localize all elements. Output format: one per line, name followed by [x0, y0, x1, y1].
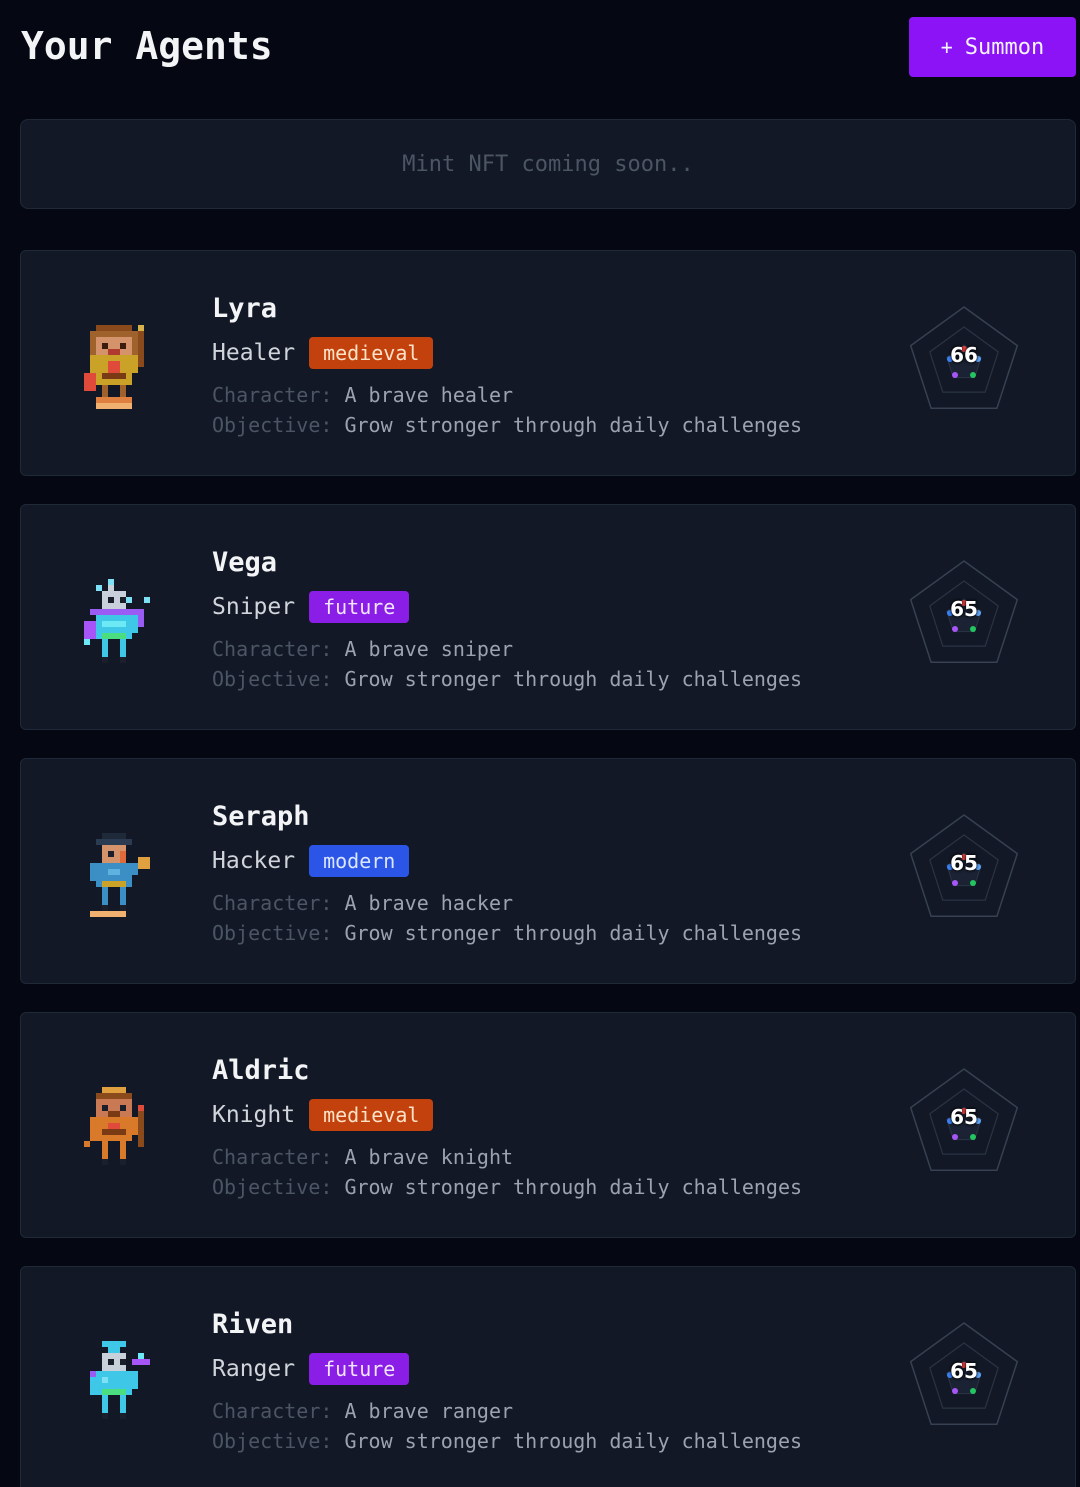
- agent-name: Seraph: [212, 801, 310, 832]
- header: Your Agents + Summon: [0, 0, 1080, 96]
- agent-role: Knight: [212, 1102, 296, 1128]
- character-key: Character:: [212, 891, 333, 915]
- stats-radar[interactable]: 65: [906, 559, 1022, 669]
- objective-line: Objective: Grow stronger through daily c…: [212, 921, 802, 945]
- agent-role: Ranger: [212, 1356, 296, 1382]
- healer-pixel-avatar: [76, 311, 156, 431]
- character-value: A brave healer: [344, 383, 514, 407]
- stats-radar[interactable]: 66: [906, 305, 1022, 415]
- era-badge: modern: [309, 845, 410, 877]
- character-value: A brave hacker: [344, 891, 514, 915]
- character-line: Character: A brave ranger: [212, 1399, 513, 1423]
- character-line: Character: A brave hacker: [212, 891, 513, 915]
- objective-line: Objective: Grow stronger through daily c…: [212, 1175, 802, 1199]
- agent-card[interactable]: Riven Ranger future Character: A brave rang…: [20, 1266, 1076, 1487]
- ranger-pixel-avatar: [76, 1327, 156, 1447]
- objective-key: Objective:: [212, 1175, 333, 1199]
- character-value: A brave sniper: [344, 637, 514, 661]
- objective-value: Grow stronger through daily challenges: [344, 413, 803, 437]
- agent-role: Sniper: [212, 594, 296, 620]
- character-line: Character: A brave healer: [212, 383, 513, 407]
- agent-name: Aldric: [212, 1055, 310, 1086]
- summon-button[interactable]: + Summon: [909, 17, 1076, 77]
- era-badge: future: [309, 591, 410, 623]
- stats-radar[interactable]: 65: [906, 813, 1022, 923]
- agent-card[interactable]: Seraph Hacker modern Character: A brave hac…: [20, 758, 1076, 984]
- summon-label: Summon: [964, 34, 1045, 60]
- knight-pixel-avatar: [76, 1073, 156, 1193]
- era-badge: future: [309, 1353, 410, 1385]
- agent-card[interactable]: Aldric Knight medieval Character: A brave k…: [20, 1012, 1076, 1238]
- objective-value: Grow stronger through daily challenges: [344, 921, 803, 945]
- agent-role-row: Hacker modern: [212, 845, 410, 877]
- stats-score: 65: [950, 1359, 978, 1383]
- character-key: Character:: [212, 637, 333, 661]
- objective-line: Objective: Grow stronger through daily c…: [212, 413, 802, 437]
- agent-name: Riven: [212, 1309, 294, 1340]
- page-title: Your Agents: [21, 24, 273, 68]
- agent-card[interactable]: Vega Sniper future Character: A brave snipe…: [20, 504, 1076, 730]
- objective-key: Objective:: [212, 921, 333, 945]
- agent-name: Lyra: [212, 293, 278, 324]
- character-line: Character: A brave knight: [212, 1145, 513, 1169]
- era-badge: medieval: [309, 337, 434, 369]
- stats-score: 65: [950, 1105, 978, 1129]
- character-line: Character: A brave sniper: [212, 637, 513, 661]
- agents-page: Your Agents + Summon Mint NFT coming soo…: [0, 0, 1080, 1487]
- objective-key: Objective:: [212, 1429, 333, 1453]
- stats-radar[interactable]: 65: [906, 1067, 1022, 1177]
- stats-score: 65: [950, 597, 978, 621]
- character-value: A brave knight: [344, 1145, 514, 1169]
- objective-line: Objective: Grow stronger through daily c…: [212, 667, 802, 691]
- agent-role-row: Healer medieval: [212, 337, 434, 369]
- agent-role: Healer: [212, 340, 296, 366]
- stats-score: 65: [950, 851, 978, 875]
- hacker-pixel-avatar: [76, 819, 156, 939]
- objective-value: Grow stronger through daily challenges: [344, 667, 803, 691]
- agent-role-row: Ranger future: [212, 1353, 410, 1385]
- agent-name: Vega: [212, 547, 278, 578]
- agent-role-row: Sniper future: [212, 591, 410, 623]
- sniper-pixel-avatar: [76, 565, 156, 685]
- objective-line: Objective: Grow stronger through daily c…: [212, 1429, 802, 1453]
- agent-role: Hacker: [212, 848, 296, 874]
- character-key: Character:: [212, 383, 333, 407]
- mint-nft-text: Mint NFT coming soon..: [402, 151, 694, 177]
- agent-role-row: Knight medieval: [212, 1099, 434, 1131]
- stats-score: 66: [950, 343, 978, 367]
- character-key: Character:: [212, 1145, 333, 1169]
- agent-card[interactable]: Lyra Healer medieval Character: A brave hea…: [20, 250, 1076, 476]
- mint-nft-banner: Mint NFT coming soon..: [20, 119, 1076, 209]
- stats-radar[interactable]: 65: [906, 1321, 1022, 1431]
- plus-icon: +: [940, 35, 953, 59]
- objective-key: Objective:: [212, 413, 333, 437]
- objective-key: Objective:: [212, 667, 333, 691]
- character-key: Character:: [212, 1399, 333, 1423]
- objective-value: Grow stronger through daily challenges: [344, 1175, 803, 1199]
- era-badge: medieval: [309, 1099, 434, 1131]
- objective-value: Grow stronger through daily challenges: [344, 1429, 803, 1453]
- character-value: A brave ranger: [344, 1399, 514, 1423]
